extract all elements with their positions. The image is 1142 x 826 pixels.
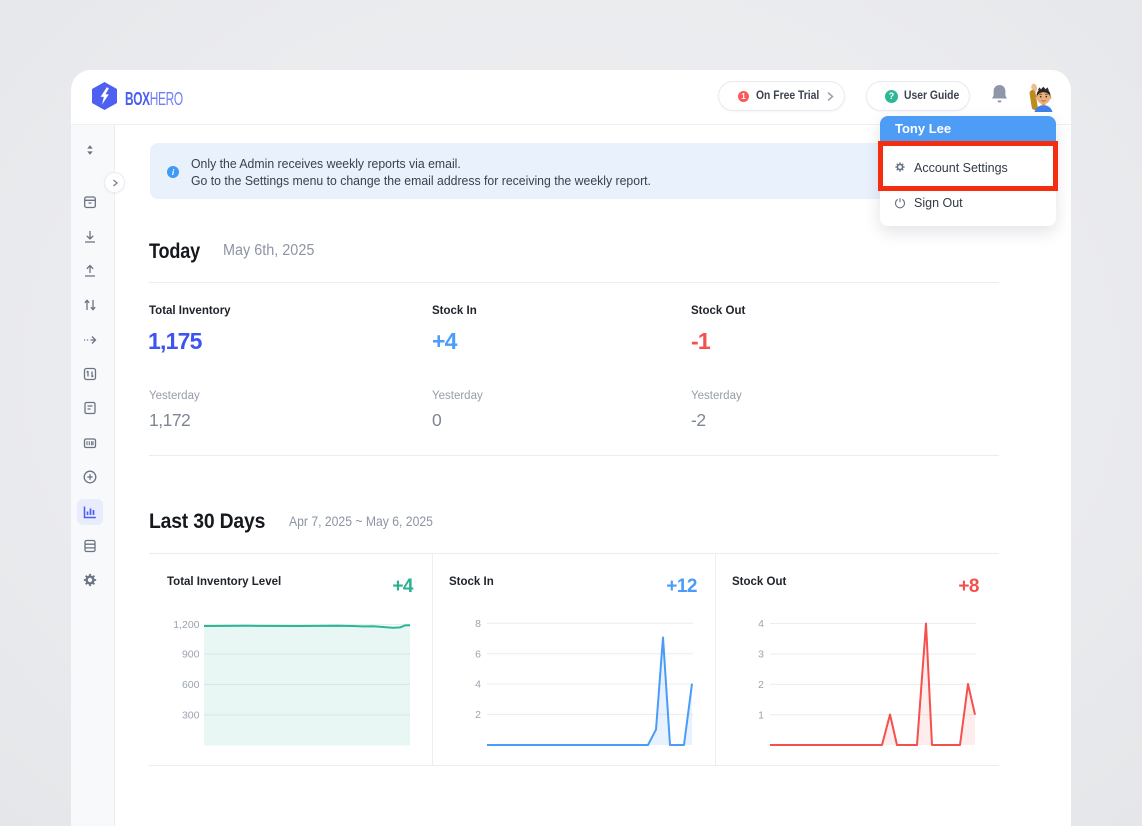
svg-text:1: 1 [758,710,764,722]
svg-text:6: 6 [475,649,481,661]
svg-text:900: 900 [182,649,200,661]
svg-text:4: 4 [475,679,481,691]
svg-text:3: 3 [758,649,764,661]
svg-text:300: 300 [182,710,200,722]
svg-text:2: 2 [758,679,764,691]
svg-text:8: 8 [475,618,481,630]
svg-text:600: 600 [182,679,200,691]
svg-text:4: 4 [758,618,764,630]
svg-text:1,200: 1,200 [173,619,199,631]
svg-text:2: 2 [475,709,481,721]
